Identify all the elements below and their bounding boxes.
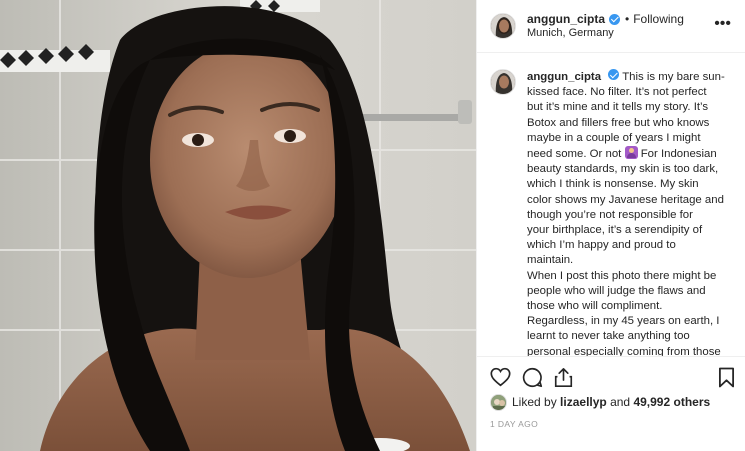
- caption-line: but it’s mine and it tells my story. It’…: [527, 101, 709, 114]
- heart-icon[interactable]: [490, 367, 511, 387]
- caption-line: people who will judge the flaws and: [527, 284, 706, 297]
- likes-count[interactable]: 49,992 others: [633, 395, 710, 409]
- caption-author-avatar[interactable]: [490, 69, 516, 95]
- post-location[interactable]: Munich, Germany: [527, 26, 684, 40]
- caption-line: which I’m happy and proud to: [527, 239, 676, 252]
- liker-avatar-image: [491, 394, 506, 410]
- more-options-icon[interactable]: •••: [714, 16, 731, 32]
- caption-line: your birthplace, it’s a serendipity of: [527, 224, 703, 237]
- header-user-row: anggun_cipta • Following: [527, 12, 684, 26]
- liker-avatar[interactable]: [490, 393, 507, 411]
- post-header: anggun_cipta • Following Munich, Germany…: [477, 0, 745, 53]
- likes-conjunction: and: [610, 395, 631, 409]
- woman-gesturing-no-emoji: [624, 146, 638, 160]
- post-side-panel: anggun_cipta • Following Munich, Germany…: [476, 0, 745, 451]
- caption-line: need some. Or not For Indonesian: [527, 146, 735, 162]
- caption-text: anggun_cipta This is my bare sun- kissed…: [527, 69, 735, 356]
- caption-area: anggun_cipta This is my bare sun- kissed…: [477, 53, 745, 356]
- caption-line: When I post this photo there might be: [527, 269, 717, 282]
- caption-line-text: need some. Or not: [527, 148, 622, 161]
- action-bar: [477, 356, 745, 394]
- post-timestamp[interactable]: 1 DAY AGO: [490, 419, 538, 429]
- caption-line-text: This is my bare sun-: [622, 71, 725, 83]
- liker-username[interactable]: lizaellyp: [560, 395, 607, 409]
- caption-line-text: For Indonesian: [640, 148, 717, 161]
- caption-line: beauty standards, my skin is too dark,: [527, 163, 719, 176]
- caption-line: color shows my Javanese heritage and: [527, 193, 724, 206]
- caption-line: Regardless, in my 45 years on earth, I: [527, 315, 720, 328]
- header-text: anggun_cipta • Following Munich, Germany: [527, 12, 684, 40]
- caption-line: learnt to never take anything too: [527, 330, 690, 343]
- caption-line: which I think is nonsense. My skin: [527, 178, 699, 191]
- caption-avatar-image: [491, 70, 515, 94]
- caption-username[interactable]: anggun_cipta: [527, 71, 601, 83]
- verified-badge-icon: [609, 13, 621, 25]
- caption-line: maybe in a couple of years I might: [527, 131, 701, 144]
- post-photo[interactable]: [0, 0, 476, 451]
- author-username[interactable]: anggun_cipta: [527, 12, 605, 26]
- share-icon[interactable]: [554, 367, 573, 388]
- author-avatar[interactable]: [490, 13, 516, 39]
- comment-icon[interactable]: [522, 367, 543, 388]
- following-button[interactable]: Following: [633, 12, 684, 26]
- caption-line: those who will compliment.: [527, 300, 663, 313]
- caption-line: personal especially coming from those: [527, 345, 721, 356]
- caption-line: Botox and fillers free but who knows: [527, 116, 710, 129]
- post-photo-image: [0, 0, 476, 451]
- caption-line: though you’re not responsible for: [527, 208, 693, 221]
- likes-prefix: Liked by: [512, 395, 557, 409]
- bookmark-icon[interactable]: [718, 367, 735, 388]
- author-avatar-image: [491, 14, 515, 38]
- verified-badge-icon: [608, 69, 620, 80]
- caption-line: kissed face. No filter. It’s not perfect: [527, 86, 707, 99]
- caption-line: anggun_cipta This is my bare sun-: [527, 69, 735, 85]
- separator-dot: •: [625, 12, 630, 26]
- caption-line: maintain.: [527, 254, 574, 267]
- likes-summary: Liked by lizaellyp and 49,992 others: [490, 393, 735, 411]
